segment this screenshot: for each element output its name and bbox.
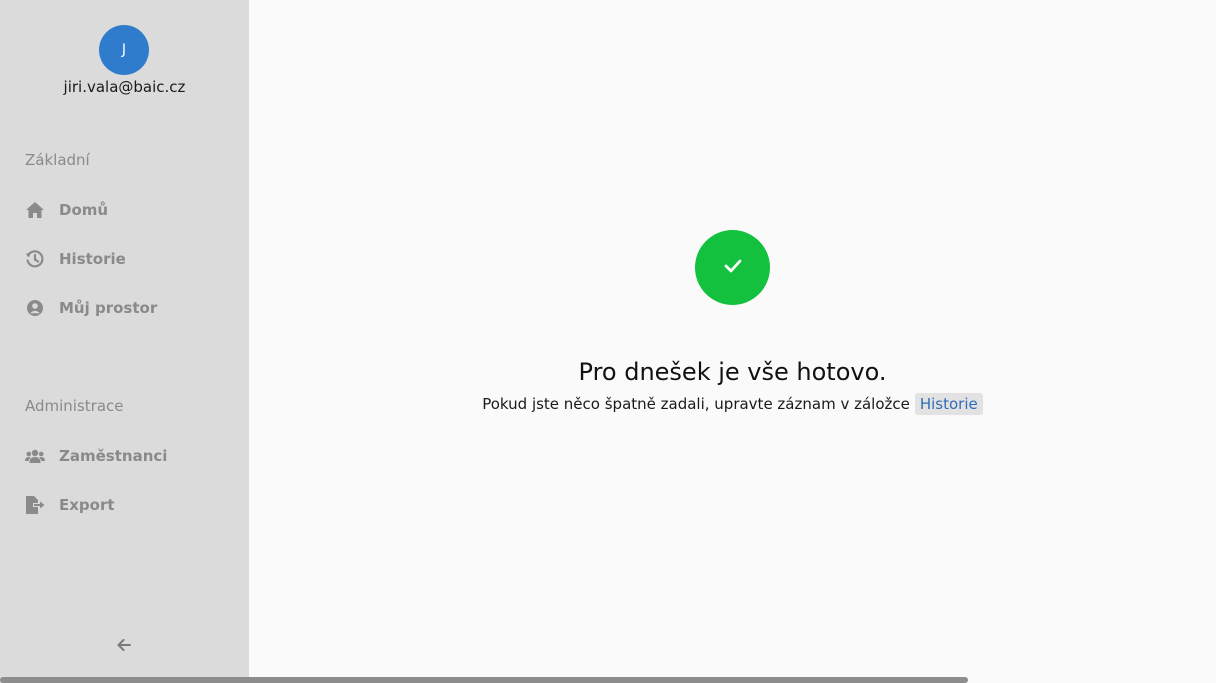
avatar-initial: J xyxy=(121,42,127,58)
sidebar-item-export[interactable]: Export xyxy=(0,485,249,525)
completion-title: Pro dnešek je vše hotovo. xyxy=(578,358,887,386)
history-icon xyxy=(25,249,45,269)
sidebar-item-label: Zaměstnanci xyxy=(59,447,168,465)
history-link[interactable]: Historie xyxy=(914,393,983,415)
avatar[interactable]: J xyxy=(99,25,149,75)
file-export-icon xyxy=(25,495,45,515)
home-icon xyxy=(25,200,45,220)
check-icon xyxy=(724,258,742,277)
completion-message: Pokud jste něco špatně zadali, upravte z… xyxy=(249,393,1216,415)
section-label-zakladni: Základní xyxy=(25,151,90,169)
user-circle-icon xyxy=(25,298,45,318)
sidebar-item-home[interactable]: Domů xyxy=(0,190,249,230)
sidebar: J jiri.vala@baic.cz Základní Domů Histor… xyxy=(0,0,249,683)
sidebar-item-history[interactable]: Historie xyxy=(0,239,249,279)
sidebar-item-my-space[interactable]: Můj prostor xyxy=(0,288,249,328)
horizontal-scrollbar[interactable] xyxy=(0,677,968,683)
success-badge xyxy=(695,230,770,305)
sidebar-item-label: Export xyxy=(59,496,115,514)
sidebar-item-employees[interactable]: Zaměstnanci xyxy=(0,436,249,476)
sidebar-item-label: Můj prostor xyxy=(59,299,158,317)
sidebar-item-label: Domů xyxy=(59,201,109,219)
sidebar-item-label: Historie xyxy=(59,250,126,268)
arrow-left-icon xyxy=(117,636,131,655)
completion-message-text: Pokud jste něco špatně zadali, upravte z… xyxy=(482,395,910,413)
section-label-administrace: Administrace xyxy=(25,397,124,415)
user-email: jiri.vala@baic.cz xyxy=(63,78,186,96)
users-icon xyxy=(25,446,45,466)
collapse-sidebar-button[interactable] xyxy=(112,634,136,656)
